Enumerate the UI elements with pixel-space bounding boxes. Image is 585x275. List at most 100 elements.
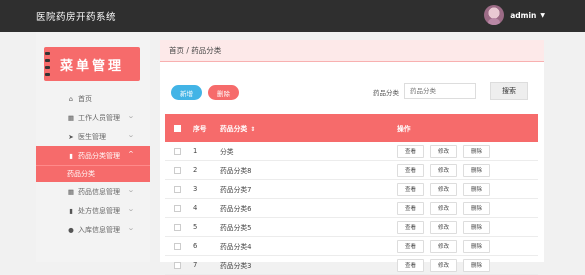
view-button[interactable]: 查看 — [397, 220, 424, 234]
send-icon: ➤ — [68, 132, 74, 141]
row-no: 3 — [193, 185, 198, 193]
row-name: 药品分类5 — [220, 224, 252, 232]
app-title: 医院药房开药系统 — [36, 12, 117, 23]
table-row: 7 药品分类3 查看 修改 删除 — [165, 256, 538, 275]
row-no: 5 — [193, 223, 198, 231]
main-content: 首页 / 药品分类 新增 删除 药品分类 搜索 序号 药品分类⇕ 操作 1分类查… — [160, 40, 544, 275]
chevron-down-icon[interactable]: ⌄ — [127, 205, 135, 213]
sidebar-subitem-active[interactable]: 药品分类 — [36, 165, 150, 182]
edit-button[interactable]: 修改 — [430, 239, 457, 253]
row-no: 4 — [193, 204, 198, 212]
view-button[interactable]: 查看 — [397, 201, 424, 215]
view-button[interactable]: 查看 — [397, 163, 424, 177]
row-checkbox[interactable] — [173, 223, 181, 231]
view-button[interactable]: 查看 — [397, 258, 424, 272]
row-checkbox[interactable] — [173, 242, 181, 250]
table-row: 3 药品分类7 查看 修改 删除 — [165, 180, 538, 199]
row-checkbox[interactable] — [173, 147, 181, 155]
username[interactable]: admin — [510, 11, 536, 20]
row-no: 2 — [193, 166, 198, 174]
grid-icon: ▦ — [67, 187, 75, 196]
delete-row-button[interactable]: 删除 — [463, 239, 490, 253]
chevron-down-icon[interactable]: ⌄ — [127, 186, 135, 194]
table-row: 6 药品分类4 查看 修改 删除 — [165, 237, 538, 256]
sidebar-item-label: 药品信息管理 — [78, 187, 120, 196]
menu-logo: 菜单管理 — [44, 47, 140, 81]
sidebar-item-1[interactable]: ▦ 工作人员管理 ⌄ — [36, 108, 150, 127]
row-name: 药品分类8 — [220, 167, 252, 175]
header-name[interactable]: 药品分类 ⇕ — [217, 123, 397, 133]
edit-button[interactable]: 修改 — [430, 144, 457, 158]
search-input[interactable] — [404, 83, 476, 99]
sidebar-item-label: 首页 — [78, 94, 92, 103]
delete-row-button[interactable]: 删除 — [463, 182, 490, 196]
table-row: 2 药品分类8 查看 修改 删除 — [165, 161, 538, 180]
delete-row-button[interactable]: 删除 — [463, 220, 490, 234]
view-button[interactable]: 查看 — [397, 144, 424, 158]
view-button[interactable]: 查看 — [397, 239, 424, 253]
avatar[interactable] — [484, 5, 505, 25]
row-checkbox[interactable] — [173, 261, 181, 269]
row-no: 6 — [193, 242, 198, 250]
delete-row-button[interactable]: 删除 — [463, 144, 490, 158]
sidebar-item-label: 入库信息管理 — [78, 225, 120, 234]
search-label: 药品分类 — [373, 89, 399, 97]
briefcase-icon: ▮ — [69, 206, 73, 215]
delete-button[interactable]: 删除 — [208, 85, 239, 100]
edit-button[interactable]: 修改 — [430, 182, 457, 196]
row-name: 药品分类4 — [220, 243, 252, 251]
chevron-down-icon[interactable]: ⌄ — [127, 112, 135, 120]
home-icon: ⌂ — [68, 94, 74, 103]
row-name: 药品分类6 — [220, 205, 252, 213]
user-menu[interactable]: admin ▼ — [484, 5, 545, 25]
edit-button[interactable]: 修改 — [430, 220, 457, 234]
sidebar-item-3[interactable]: ▮ 药品分类管理 ⌃ — [36, 146, 150, 165]
logo-text: 菜单管理 — [59, 58, 124, 74]
delete-row-button[interactable]: 删除 — [463, 163, 490, 177]
table-row: 1 分类 查看 修改 删除 — [165, 142, 538, 161]
row-name: 分类 — [220, 148, 234, 156]
chevron-down-icon[interactable]: ⌄ — [127, 224, 135, 232]
sidebar-item-label: 工作人员管理 — [78, 113, 120, 122]
sidebar-item-6[interactable]: ● 入库信息管理 ⌄ — [36, 220, 150, 239]
row-checkbox[interactable] — [173, 204, 181, 212]
table-header: 序号 药品分类 ⇕ 操作 — [165, 114, 538, 142]
edit-button[interactable]: 修改 — [430, 258, 457, 272]
select-all-checkbox[interactable] — [173, 124, 181, 132]
breadcrumb: 首页 / 药品分类 — [160, 40, 544, 62]
table-body: 1 分类 查看 修改 删除 2 药品分类8 查看 修改 删除 3 药品分类7 查看 修改 删除 4 药品分类6 查… — [165, 142, 538, 275]
chevron-up-icon[interactable]: ⌃ — [127, 150, 135, 158]
sidebar-item-0[interactable]: ⌂ 首页 — [36, 89, 150, 108]
edit-button[interactable]: 修改 — [430, 201, 457, 215]
view-button[interactable]: 查看 — [397, 182, 424, 196]
sidebar: 菜单管理 ⌂ 首页 ▦ 工作人员管理 ⌄ ➤ 医生管理 ⌄ ▮ 药品分类管理 ⌃ 药品分类 ▦ 药品信息管… — [36, 32, 150, 262]
row-name: 药品分类7 — [220, 186, 252, 194]
sort-icon[interactable]: ⇕ — [250, 126, 255, 133]
sidebar-item-5[interactable]: ▮ 处方信息管理 ⌄ — [36, 201, 150, 220]
top-bar: 医院药房开药系统 admin ▼ — [0, 0, 585, 32]
search-button[interactable]: 搜索 — [490, 82, 528, 100]
category-table: 序号 药品分类 ⇕ 操作 1 分类 查看 修改 删除 2 药品分类8 查看 修改 删除 3 药品分类7 查… — [165, 114, 538, 275]
row-checkbox[interactable] — [173, 185, 181, 193]
delete-row-button[interactable]: 删除 — [463, 201, 490, 215]
sidebar-item-label: 处方信息管理 — [78, 206, 120, 215]
delete-row-button[interactable]: 删除 — [463, 258, 490, 272]
header-ops: 操作 — [397, 125, 411, 133]
sidebar-item-2[interactable]: ➤ 医生管理 ⌄ — [36, 127, 150, 146]
table-row: 4 药品分类6 查看 修改 删除 — [165, 199, 538, 218]
chevron-down-icon[interactable]: ⌄ — [127, 131, 135, 139]
folder-icon: ▮ — [69, 151, 73, 160]
user-icon: ● — [68, 225, 74, 234]
caret-down-icon[interactable]: ▼ — [540, 12, 545, 19]
add-button[interactable]: 新增 — [171, 85, 202, 100]
row-checkbox[interactable] — [173, 166, 181, 174]
edit-button[interactable]: 修改 — [430, 163, 457, 177]
header-name-label: 药品分类 — [220, 125, 248, 133]
sidebar-menu: ⌂ 首页 ▦ 工作人员管理 ⌄ ➤ 医生管理 ⌄ ▮ 药品分类管理 ⌃ 药品分类 ▦ 药品信息管理 ⌄ ▮ 处方… — [36, 89, 150, 239]
header-no: 序号 — [193, 125, 207, 133]
sidebar-item-label: 药品分类管理 — [78, 151, 120, 160]
sidebar-item-label: 医生管理 — [78, 132, 106, 141]
sidebar-item-4[interactable]: ▦ 药品信息管理 ⌄ — [36, 182, 150, 201]
row-no: 1 — [193, 147, 198, 155]
grid-icon: ▦ — [67, 113, 75, 122]
